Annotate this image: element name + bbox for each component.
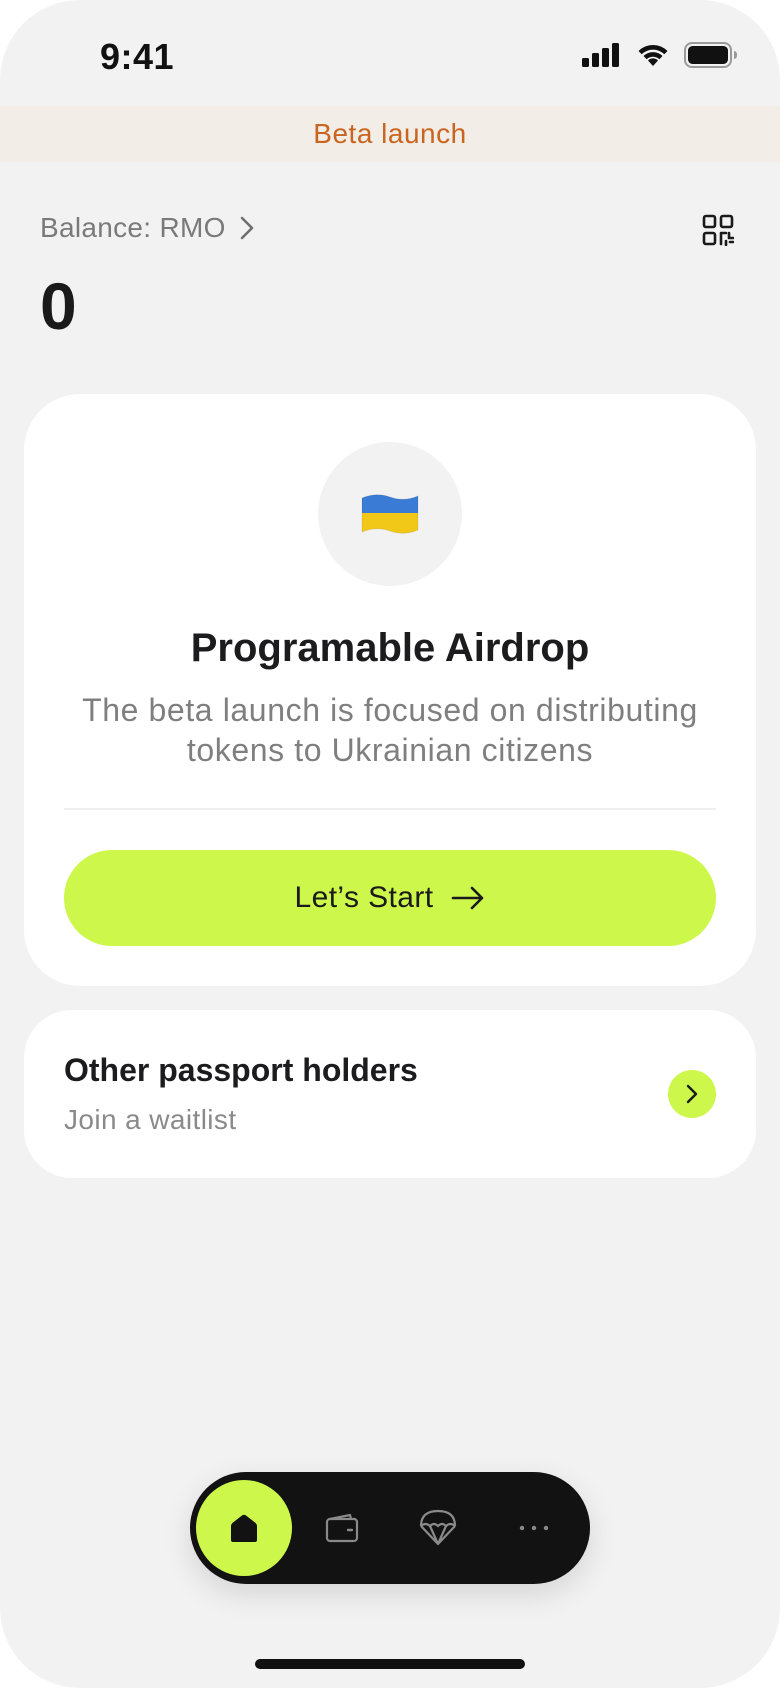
chevron-right-icon (240, 216, 253, 240)
home-icon (231, 1514, 257, 1542)
home-indicator (255, 1659, 525, 1669)
qr-code-icon[interactable] (702, 214, 735, 247)
beta-banner: Beta launch (0, 106, 780, 162)
airdrop-card: Programable Airdrop The beta launch is f… (24, 394, 756, 986)
status-icons (582, 42, 738, 68)
wallet-icon (325, 1513, 359, 1543)
tab-wallet[interactable] (294, 1472, 390, 1584)
app-screen: 9:41 Beta launch Balance: RMO 0 Programa… (0, 0, 780, 1688)
airdrop-title: Programable Airdrop (190, 626, 590, 670)
arrow-right-icon (452, 886, 484, 910)
battery-icon (684, 42, 737, 68)
status-time: 9:41 (100, 36, 175, 77)
chevron-right-icon (686, 1084, 698, 1104)
card-divider (64, 808, 716, 810)
balance-label: Balance: RMO (40, 212, 226, 243)
waitlist-subtitle: Join a waitlist (64, 1104, 237, 1135)
flag-badge (318, 442, 462, 586)
ukraine-flag-icon (361, 494, 419, 534)
balance-link[interactable]: Balance: RMO (40, 212, 256, 244)
tab-airdrop[interactable] (390, 1472, 486, 1584)
parachute-icon (419, 1509, 457, 1546)
balance-value: 0 (40, 269, 77, 343)
cellular-signal-icon (582, 43, 619, 67)
tab-more[interactable] (486, 1472, 582, 1584)
beta-banner-text: Beta launch (313, 118, 467, 149)
waitlist-card[interactable]: Other passport holders Join a waitlist (24, 1010, 756, 1178)
tab-home[interactable] (196, 1480, 292, 1576)
lets-start-button[interactable]: Let’s Start (64, 850, 716, 946)
bottom-tab-bar (190, 1472, 590, 1584)
waitlist-chevron-button[interactable] (668, 1070, 716, 1118)
lets-start-label: Let’s Start (294, 881, 434, 914)
airdrop-description: The beta launch is focused on distributi… (82, 692, 698, 768)
wifi-icon (638, 44, 668, 66)
waitlist-title: Other passport holders (64, 1052, 418, 1088)
more-icon (519, 1525, 549, 1531)
status-bar: 9:41 (0, 0, 780, 105)
